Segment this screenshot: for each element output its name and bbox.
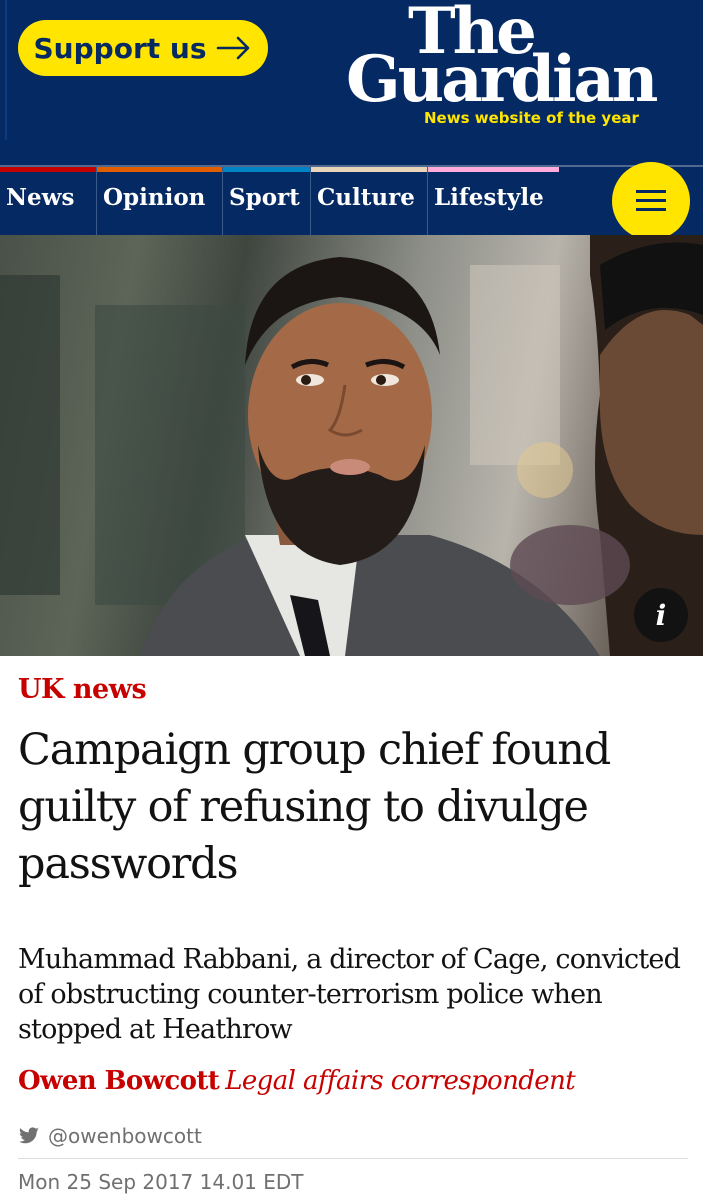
- hero-photo-illustration: [0, 235, 703, 656]
- nav-stripe-culture: [311, 167, 427, 172]
- dateline-divider: [18, 1158, 688, 1159]
- arrow-right-icon: [217, 36, 250, 60]
- nav-label-culture: Culture: [317, 184, 415, 211]
- nav-stripe-sport: [223, 167, 310, 172]
- menu-icon-bar-top: [636, 190, 666, 193]
- twitter-handle: @owenbowcott: [48, 1124, 202, 1148]
- nav-item-news[interactable]: News: [0, 167, 97, 235]
- nav-stripe-opinion: [97, 167, 222, 172]
- nav-stripe-lifestyle: [428, 167, 559, 172]
- nav-label-opinion: Opinion: [103, 184, 206, 211]
- image-info-button[interactable]: i: [634, 588, 688, 642]
- twitter-link[interactable]: @owenbowcott: [18, 1124, 202, 1148]
- support-us-button[interactable]: Support us: [18, 20, 268, 76]
- nav-label-news: News: [6, 184, 75, 211]
- nav-item-culture[interactable]: Culture: [311, 167, 428, 235]
- byline: Owen Bowcott Legal affairs correspondent: [18, 1066, 576, 1096]
- menu-icon-bar-middle: [636, 199, 666, 202]
- info-icon: i: [655, 598, 667, 632]
- logo-guardian: Guardian: [346, 42, 658, 117]
- primary-nav: News Opinion Sport Culture Lifestyle: [0, 167, 703, 235]
- nav-label-sport: Sport: [229, 184, 300, 211]
- nav-item-sport[interactable]: Sport: [223, 167, 311, 235]
- nav-stripe-news: [0, 167, 96, 172]
- guardian-logo[interactable]: The Guardian News website of the year: [340, 0, 680, 140]
- publish-date: Mon 25 Sep 2017 14.01 EDT: [18, 1170, 304, 1194]
- menu-button[interactable]: [612, 162, 690, 240]
- author-role: Legal affairs correspondent: [225, 1066, 576, 1096]
- twitter-bird-icon: [19, 1127, 39, 1144]
- support-us-label: Support us: [33, 31, 207, 65]
- masthead-rule: [5, 0, 7, 140]
- nav-item-lifestyle[interactable]: Lifestyle: [428, 167, 559, 235]
- masthead: Support us The Guardian News website of …: [0, 0, 703, 165]
- logo-tagline: News website of the year: [424, 109, 639, 127]
- hero-image[interactable]: i: [0, 235, 703, 656]
- article-standfirst: Muhammad Rabbani, a director of Cage, co…: [18, 944, 681, 1045]
- nav-item-opinion[interactable]: Opinion: [97, 167, 223, 235]
- nav-label-lifestyle: Lifestyle: [434, 184, 544, 211]
- section-label[interactable]: UK news: [18, 674, 147, 705]
- menu-icon-bar-bottom: [636, 208, 666, 211]
- article-headline: Campaign group chief found guilty of ref…: [18, 725, 611, 889]
- author-name[interactable]: Owen Bowcott: [18, 1066, 220, 1096]
